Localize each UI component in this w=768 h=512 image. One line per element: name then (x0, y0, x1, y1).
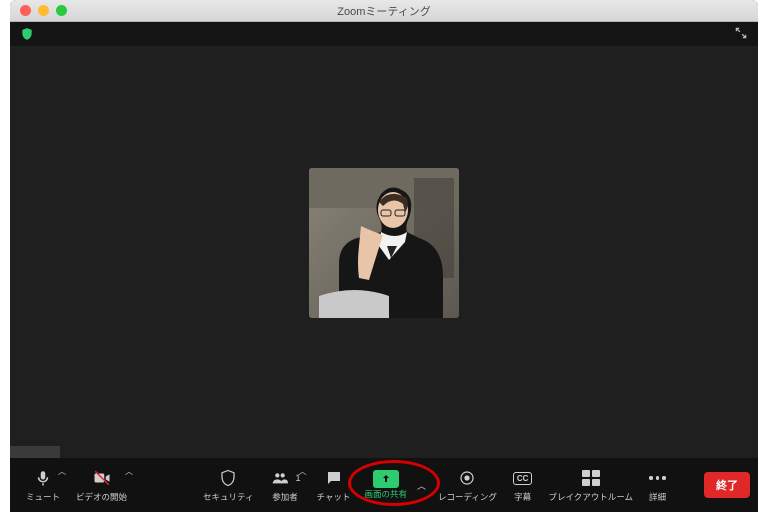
window-controls (10, 5, 67, 16)
video-area (10, 46, 758, 458)
captions-button[interactable]: CC 字幕 (505, 458, 541, 512)
share-screen-button[interactable]: 画面の共有 (358, 458, 413, 512)
meeting-topbar (10, 22, 758, 46)
titlebar: Zoomミーティング (10, 0, 758, 22)
share-label: 画面の共有 (364, 488, 407, 500)
chat-button[interactable]: チャット (309, 458, 359, 512)
chat-label: チャット (317, 491, 351, 503)
participants-label: 参加者 (272, 491, 298, 503)
share-up-icon (373, 470, 399, 488)
record-icon (458, 467, 476, 489)
cc-icon: CC (513, 467, 533, 489)
zoom-window-button[interactable] (56, 5, 67, 16)
share-screen-group: 画面の共有 ︿ (358, 458, 430, 512)
app-window: Zoomミーティング (10, 0, 758, 512)
end-label: 終了 (716, 480, 738, 492)
meeting-toolbar: ミュート ︿ ビデオの開始 ︿ セキュリティ (10, 458, 758, 512)
window-title: Zoomミーティング (10, 3, 758, 19)
self-view-thumbnail[interactable] (10, 446, 60, 458)
chevron-up-icon[interactable]: ︿ (58, 466, 66, 477)
more-horizontal-icon (649, 467, 666, 489)
chevron-up-icon[interactable]: ︿ (125, 466, 133, 477)
encryption-shield-icon[interactable] (20, 27, 34, 41)
enter-fullscreen-icon[interactable] (734, 26, 748, 43)
participants-button[interactable]: 1 参加者 ︿ (262, 458, 309, 512)
captions-label: 字幕 (514, 491, 531, 503)
security-button[interactable]: セキュリティ (195, 458, 262, 512)
grid-icon (582, 467, 600, 489)
record-button[interactable]: レコーディング (430, 458, 505, 512)
shield-icon (219, 467, 237, 489)
mute-button[interactable]: ミュート ︿ (18, 458, 68, 512)
more-label: 詳細 (649, 491, 666, 503)
breakout-rooms-button[interactable]: ブレイクアウトルーム (540, 458, 641, 512)
security-label: セキュリティ (203, 491, 254, 503)
chat-icon (325, 467, 343, 489)
participants-icon: 1 (270, 467, 301, 489)
breakout-label: ブレイクアウトルーム (548, 491, 633, 503)
share-options-chevron-icon[interactable]: ︿ (413, 479, 430, 492)
video-off-icon (92, 467, 112, 489)
more-button[interactable]: 詳細 (641, 458, 674, 512)
participant-video-tile[interactable] (309, 168, 459, 318)
record-label: レコーディング (438, 491, 497, 503)
close-window-button[interactable] (20, 5, 31, 16)
end-meeting-button[interactable]: 終了 (704, 472, 750, 498)
mute-label: ミュート (26, 491, 60, 503)
microphone-icon (34, 467, 52, 489)
video-label: ビデオの開始 (76, 491, 127, 503)
start-video-button[interactable]: ビデオの開始 ︿ (68, 458, 135, 512)
chevron-up-icon[interactable]: ︿ (299, 466, 307, 477)
minimize-window-button[interactable] (38, 5, 49, 16)
